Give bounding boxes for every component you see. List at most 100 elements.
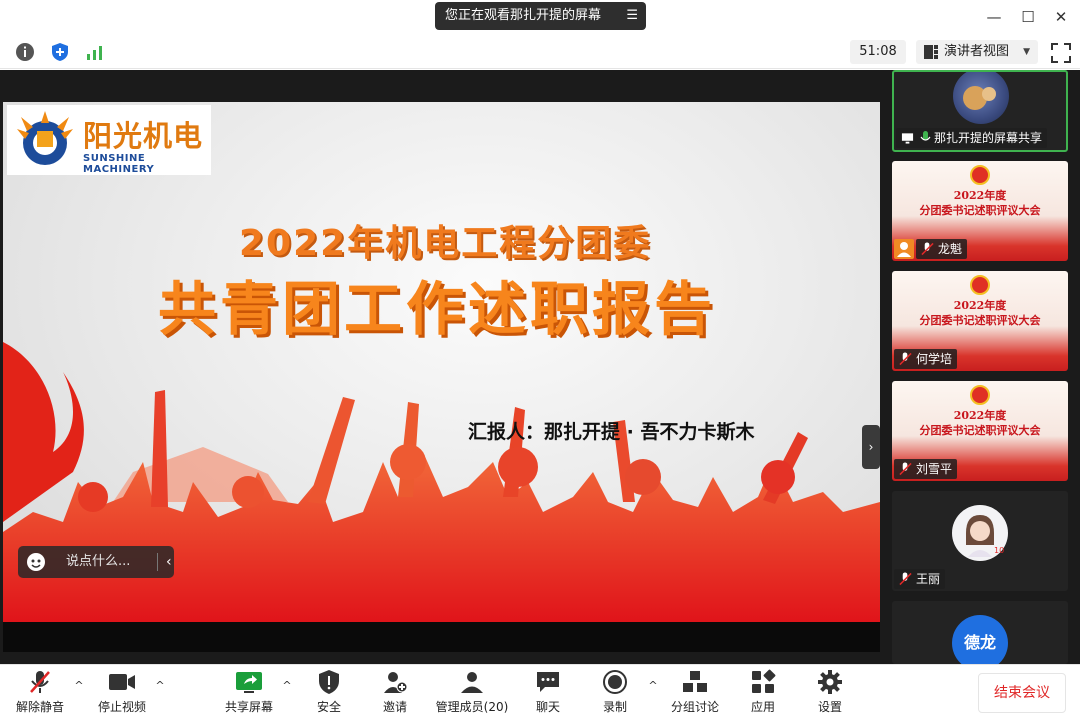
add-user-icon: [384, 672, 408, 693]
gear-icon: [818, 670, 842, 694]
breakout-rooms-label: 分组讨论: [670, 700, 719, 714]
mini-slide-title1: 2022年度: [953, 409, 1007, 422]
microphone-muted-icon: [899, 462, 912, 476]
collapse-panel-button[interactable]: ›: [862, 425, 880, 469]
chevron-up-icon[interactable]: ^: [280, 679, 294, 692]
title-bar: 您正在观看那扎开提的屏幕 ☰ — ☐ ✕: [0, 0, 1080, 36]
participants-button[interactable]: 管理成员(20): [432, 669, 512, 719]
invite-label: 邀请: [382, 700, 407, 714]
company-logo: 阳光机电 SUNSHINE MACHINERY: [7, 105, 211, 175]
list-menu-icon[interactable]: ☰: [626, 2, 638, 30]
participant-label: 刘雪平: [894, 459, 958, 479]
mini-slide-title2: 分团委书记述职评议大会: [919, 204, 1041, 217]
sharer-tile[interactable]: 那扎开提的屏幕共享: [892, 70, 1068, 152]
end-meeting-button[interactable]: 结束会议: [978, 673, 1066, 713]
slide-title-line1: 2022年机电工程分团委: [239, 223, 652, 264]
apps-label: 应用: [750, 700, 775, 714]
share-screen-icon: [236, 672, 262, 693]
signal-icon[interactable]: [84, 41, 106, 63]
speaker-view-dropdown[interactable]: 演讲者视图 ▼: [916, 40, 1038, 64]
participant-name: 刘雪平: [916, 462, 953, 476]
apps-button[interactable]: 应用: [728, 669, 798, 719]
participant-tile[interactable]: 10 王丽: [892, 491, 1068, 591]
slide-reporter: 汇报人：那扎开提 · 吾不力卡斯木: [468, 421, 755, 443]
participant-name: 何学培: [916, 352, 953, 366]
presentation-slide: 阳光机电 SUNSHINE MACHINERY 2022年机电工程分团委 共青团…: [3, 102, 880, 622]
settings-button[interactable]: 设置: [795, 669, 865, 719]
participant-tile[interactable]: 2022年度 分团委书记述职评议大会 龙魁: [892, 161, 1068, 261]
apps-grid-icon: [752, 669, 776, 693]
chevron-up-icon[interactable]: ^: [646, 679, 660, 692]
participant-tile[interactable]: 2022年度 分团委书记述职评议大会 何学培: [892, 271, 1068, 371]
chat-bubble-icon: [537, 672, 559, 692]
emblem-icon: [970, 385, 990, 405]
gear-sun-logo-icon: [17, 111, 73, 165]
video-camera-icon: [109, 674, 135, 690]
invite-button[interactable]: 邀请: [360, 669, 430, 719]
stop-video-button[interactable]: 停止视频: [87, 669, 157, 719]
sharer-label: 那扎开提的屏幕共享: [896, 128, 1048, 148]
record-label: 录制: [602, 700, 627, 714]
chat-placeholder: 说点什么...: [66, 554, 131, 569]
security-button[interactable]: 安全: [294, 669, 364, 719]
shield-icon[interactable]: [49, 41, 71, 63]
meeting-info-bar: 51:08 演讲者视图 ▼: [0, 36, 1080, 69]
mini-slide-title1: 2022年度: [953, 189, 1007, 202]
chevron-left-icon[interactable]: ‹: [166, 546, 172, 578]
record-button[interactable]: 录制: [580, 669, 650, 719]
emoji-icon[interactable]: [27, 553, 45, 571]
meeting-window: 您正在观看那扎开提的屏幕 ☰ — ☐ ✕ 51:08 演讲者视图 ▼ 阳光机电 …: [0, 0, 1080, 720]
participant-tile[interactable]: 德龙: [892, 601, 1068, 664]
meeting-timer: 51:08: [850, 40, 906, 64]
mini-slide-title2: 分团委书记述职评议大会: [919, 314, 1041, 327]
logo-english-text: SUNSHINE MACHINERY: [83, 153, 155, 175]
participant-name: 龙魁: [938, 242, 963, 256]
microphone-muted-icon: [921, 242, 934, 256]
speaker-view-icon: [924, 45, 938, 59]
user-avatar-icon: [894, 239, 914, 259]
participants-label: 管理成员(20): [435, 700, 509, 714]
microphone-on-icon: [920, 131, 931, 141]
chevron-up-icon[interactable]: ^: [72, 679, 86, 692]
fullscreen-icon[interactable]: [1050, 42, 1072, 64]
svg-text:10: 10: [994, 546, 1004, 555]
avatar: 德龙: [952, 615, 1008, 664]
settings-label: 设置: [817, 700, 842, 714]
maximize-icon[interactable]: ☐: [1017, 6, 1039, 28]
meeting-control-bar: 解除静音 ^ 停止视频 ^ 共享屏幕 ^ 安全 邀请 管理成员(20) 聊天 录…: [0, 664, 1080, 720]
participant-tile[interactable]: 2022年度 分团委书记述职评议大会 刘雪平: [892, 381, 1068, 481]
chat-button[interactable]: 聊天: [513, 669, 583, 719]
crowd-silhouette-graphic: [3, 342, 880, 622]
participants-icon: [461, 672, 483, 693]
shared-screen: 阳光机电 SUNSHINE MACHINERY 2022年机电工程分团委 共青团…: [0, 70, 888, 664]
mini-slide-title2: 分团委书记述职评议大会: [919, 424, 1041, 437]
security-label: 安全: [316, 700, 341, 714]
minimize-icon[interactable]: —: [983, 6, 1005, 28]
participant-panel: 那扎开提的屏幕共享 2022年度 分团委书记述职评议大会 龙魁 2022年度 分…: [888, 70, 1080, 664]
close-icon[interactable]: ✕: [1050, 6, 1072, 28]
share-screen-button[interactable]: 共享屏幕: [214, 669, 284, 719]
mini-slide-title1: 2022年度: [953, 299, 1007, 312]
chevron-up-icon[interactable]: ^: [153, 679, 167, 692]
record-icon: [603, 670, 627, 694]
slide-bottom-band: [3, 622, 880, 652]
viewing-screen-banner[interactable]: 您正在观看那扎开提的屏幕 ☰: [435, 2, 646, 30]
microphone-muted-icon: [899, 352, 912, 366]
unmute-label: 解除静音: [15, 700, 64, 714]
microphone-muted-icon: [899, 572, 912, 586]
avatar: [953, 72, 1009, 124]
viewing-text: 您正在观看那扎开提的屏幕: [445, 8, 602, 23]
emblem-icon: [970, 165, 990, 185]
chat-input-pill[interactable]: 说点什么... ‹: [18, 546, 174, 578]
participant-label: 何学培: [894, 349, 958, 369]
screen-share-icon: [901, 133, 914, 144]
info-icon[interactable]: [14, 41, 36, 63]
unmute-button[interactable]: 解除静音: [5, 669, 75, 719]
participant-label: 龙魁: [916, 239, 968, 259]
stop-video-label: 停止视频: [97, 700, 146, 714]
slide-title-line2: 共青团工作述职报告: [158, 275, 717, 343]
microphone-muted-icon: [30, 671, 50, 693]
sharer-name: 那扎开提的屏幕共享: [934, 131, 1043, 145]
participant-name: 王丽: [916, 572, 941, 586]
breakout-rooms-button[interactable]: 分组讨论: [660, 669, 730, 719]
